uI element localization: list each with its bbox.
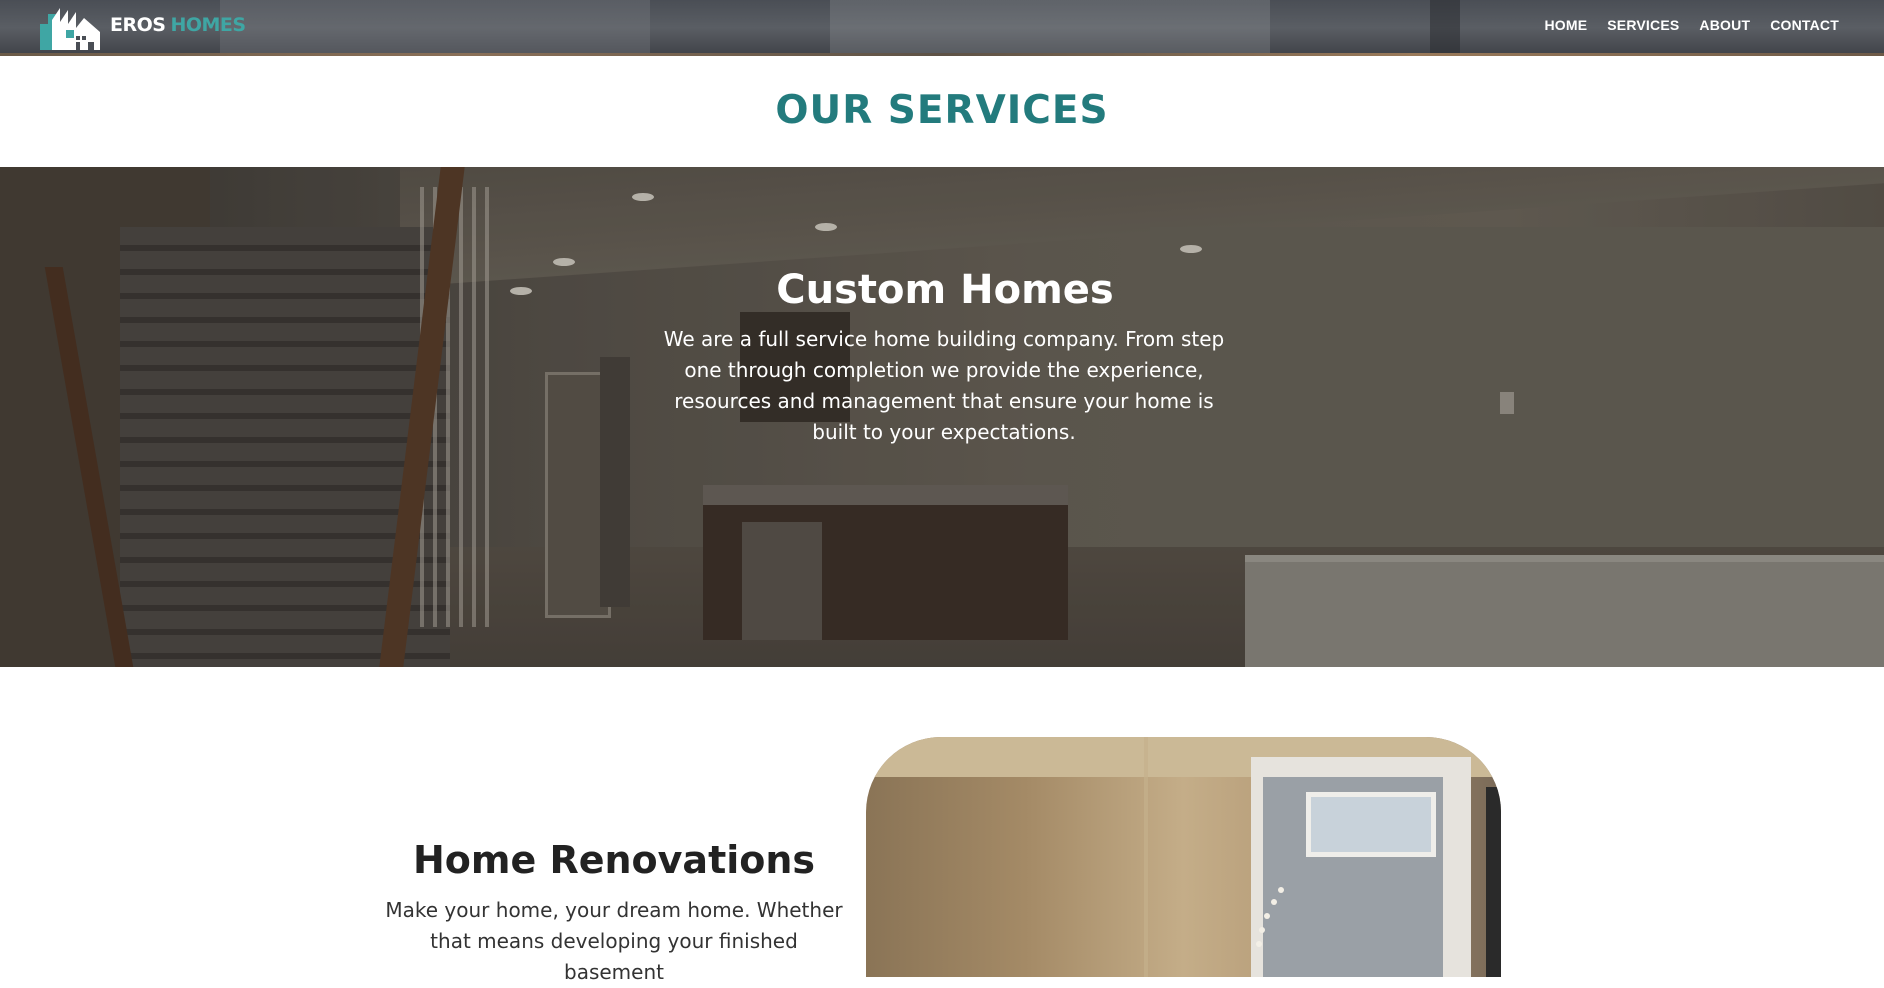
services-heading: OUR SERVICES xyxy=(775,88,1109,133)
house-buildings-logo-icon xyxy=(38,0,102,50)
home-renovations-description: Make your home, your dream home. Whether… xyxy=(385,898,843,984)
navbar-background-shadow xyxy=(1430,0,1460,56)
photo-pendant-light xyxy=(1264,913,1270,919)
brand-logo-link[interactable]: EROS HOMES xyxy=(38,0,246,50)
navbar-bottom-border xyxy=(0,53,1884,56)
navbar: EROS HOMES HOME SERVICES ABOUT CONTACT xyxy=(0,0,1884,56)
custom-homes-banner: Custom Homes We are a full service home … xyxy=(0,167,1884,667)
custom-homes-title: Custom Homes xyxy=(776,267,1114,313)
photo-dark-edge xyxy=(1486,787,1501,977)
nav-contact-link[interactable]: CONTACT xyxy=(1770,17,1839,33)
navbar-background xyxy=(220,0,650,56)
nav-about-link[interactable]: ABOUT xyxy=(1699,17,1750,33)
photo-pendant-light xyxy=(1278,887,1284,893)
home-renovations-title: Home Renovations xyxy=(412,838,816,882)
photo-wall-corner xyxy=(1144,737,1148,977)
brand-name-second: HOMES xyxy=(170,14,246,36)
navbar-background-highlight xyxy=(830,0,1270,56)
photo-window xyxy=(1306,792,1436,857)
photo-pendant-light xyxy=(1256,941,1262,947)
nav-home-link[interactable]: HOME xyxy=(1544,17,1587,33)
photo-pendant-light xyxy=(1271,899,1277,905)
photo-pendant-light xyxy=(1259,927,1265,933)
main-nav: HOME SERVICES ABOUT CONTACT xyxy=(1544,0,1839,50)
custom-homes-description: We are a full service home building comp… xyxy=(663,327,1225,444)
renovation-photo xyxy=(866,737,1501,977)
nav-services-link[interactable]: SERVICES xyxy=(1607,17,1679,33)
brand-name: EROS HOMES xyxy=(110,14,246,36)
brand-name-first: EROS xyxy=(110,14,166,36)
